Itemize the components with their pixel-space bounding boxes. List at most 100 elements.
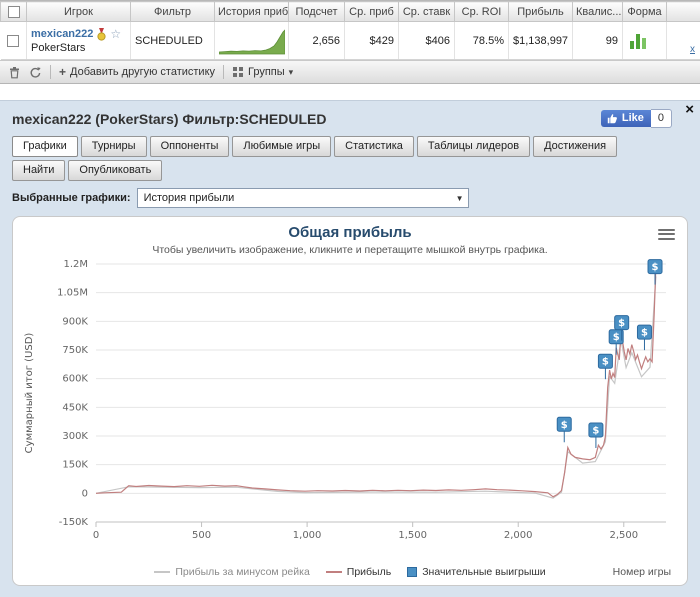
chart-plot-area[interactable]: 1.2M1.05M900K750K600K450K300K150K0-150K0… — [18, 256, 682, 548]
tab-find[interactable]: Найти — [12, 160, 65, 181]
svg-text:$: $ — [602, 357, 609, 368]
trash-button[interactable] — [8, 66, 21, 79]
x-axis-title: Номер игры — [613, 566, 671, 578]
svg-text:300K: 300K — [62, 431, 88, 442]
avg-profit-cell: $429 — [345, 22, 399, 60]
table-header-row: Игрок Фильтр История приб... Подсчет Ср.… — [1, 2, 700, 22]
star-icon[interactable]: ☆ — [110, 29, 121, 39]
facebook-like[interactable]: Like 0 — [601, 109, 672, 128]
chart-menu-icon[interactable] — [658, 226, 675, 242]
svg-text:$: $ — [613, 332, 620, 343]
remove-row-link[interactable]: х — [690, 44, 695, 55]
refresh-icon — [29, 66, 42, 79]
form-bars-icon — [627, 31, 649, 51]
graph-select[interactable]: История прибыли ▼ — [137, 188, 469, 208]
col-header-filter[interactable]: Фильтр — [131, 2, 215, 22]
svg-text:900K: 900K — [62, 316, 88, 327]
form-cell — [623, 22, 667, 60]
col-header-profit[interactable]: Прибыль — [509, 2, 573, 22]
svg-text:Суммарный итог (USD): Суммарный итог (USD) — [24, 333, 35, 454]
site-name: PokerStars — [31, 42, 126, 54]
svg-text:2,000: 2,000 — [504, 530, 533, 541]
svg-text:$: $ — [641, 328, 648, 339]
legend-swatch-profit — [326, 571, 342, 573]
tab-leaderboards[interactable]: Таблицы лидеров — [417, 136, 530, 157]
profit-history-sparkline — [215, 22, 289, 60]
tab-statistics[interactable]: Статистика — [334, 136, 414, 157]
col-header-spacer — [667, 2, 700, 22]
tab-bar: Графики Турниры Оппоненты Любимые игры С… — [12, 136, 652, 181]
svg-text:$: $ — [652, 262, 659, 273]
close-icon[interactable]: × — [685, 103, 694, 117]
legend-item-big-wins[interactable]: Значительные выигрыши — [407, 566, 545, 578]
spacer-cell: х — [667, 22, 700, 60]
thumb-up-icon — [607, 113, 618, 124]
chart-subtitle: Чтобы увеличить изображение, кликните и … — [13, 244, 687, 256]
svg-text:450K: 450K — [62, 402, 88, 413]
tab-publish[interactable]: Опубликовать — [68, 160, 162, 181]
groups-label: Группы — [248, 66, 285, 78]
add-statistic-button[interactable]: + Добавить другую статистику — [59, 66, 215, 78]
legend-item-profit[interactable]: Прибыль — [326, 566, 391, 578]
add-statistic-label: Добавить другую статистику — [70, 66, 215, 78]
player-cell: mexican222 ☆ PokerStars — [27, 22, 131, 60]
groups-grid-icon — [232, 66, 244, 78]
svg-text:$: $ — [618, 318, 625, 329]
qualifies-cell: 99 — [573, 22, 623, 60]
filter-cell: SCHEDULED — [131, 22, 215, 60]
like-count: 0 — [651, 109, 672, 128]
count-cell: 2,656 — [289, 22, 345, 60]
table-row: mexican222 ☆ PokerStars SCHEDULED — [1, 22, 700, 60]
svg-text:1.05M: 1.05M — [57, 288, 88, 299]
tab-opponents[interactable]: Оппоненты — [150, 136, 230, 157]
svg-text:1.2M: 1.2M — [63, 259, 88, 270]
select-all-checkbox[interactable] — [8, 6, 20, 18]
svg-text:$: $ — [561, 420, 568, 431]
col-header-profit-history[interactable]: История приб... — [215, 2, 289, 22]
svg-text:600K: 600K — [62, 374, 88, 385]
toolbar-separator — [223, 65, 224, 79]
svg-text:$: $ — [592, 426, 599, 437]
tab-achievements[interactable]: Достижения — [533, 136, 617, 157]
avg-stake-cell: $406 — [399, 22, 455, 60]
tab-graphs[interactable]: Графики — [12, 136, 78, 157]
svg-text:2,500: 2,500 — [609, 530, 638, 541]
tab-tournaments[interactable]: Турниры — [81, 136, 147, 157]
avg-roi-cell: 78.5% — [455, 22, 509, 60]
sparkline-chart — [219, 27, 285, 55]
tab-favorite-games[interactable]: Любимые игры — [232, 136, 331, 157]
profit-chart: Общая прибыль Чтобы увеличить изображени… — [12, 216, 688, 586]
plus-icon: + — [59, 67, 66, 77]
selected-graphs-label: Выбранные графики: — [12, 192, 131, 204]
stats-table: Игрок Фильтр История приб... Подсчет Ср.… — [0, 0, 700, 84]
profit-cell: $1,138,997 — [509, 22, 573, 60]
legend-item-rake[interactable]: Прибыль за минусом рейка — [154, 566, 309, 578]
chart-legend: Прибыль за минусом рейка Прибыль Значите… — [13, 566, 687, 578]
chevron-down-icon: ▾ — [289, 67, 294, 78]
svg-text:500: 500 — [192, 530, 211, 541]
svg-text:1,500: 1,500 — [398, 530, 427, 541]
svg-text:150K: 150K — [62, 460, 88, 471]
col-header-avg-stake[interactable]: Ср. ставк — [399, 2, 455, 22]
like-label: Like — [622, 112, 644, 124]
svg-text:750K: 750K — [62, 345, 88, 356]
col-header-form[interactable]: Форма — [623, 2, 667, 22]
page-title: mexican222 (PokerStars) Фильтр:SCHEDULED — [12, 109, 326, 127]
player-link[interactable]: mexican222 — [31, 28, 93, 40]
refresh-button[interactable] — [29, 66, 42, 79]
graph-select-value: История прибыли — [138, 192, 452, 204]
col-header-qualifies[interactable]: Квалис... — [573, 2, 623, 22]
row-checkbox[interactable] — [7, 35, 19, 47]
svg-text:1,000: 1,000 — [293, 530, 322, 541]
table-toolbar: + Добавить другую статистику Группы ▾ — [0, 60, 700, 84]
toolbar-separator — [50, 65, 51, 79]
svg-text:-150K: -150K — [59, 517, 89, 528]
col-header-count[interactable]: Подсчет — [289, 2, 345, 22]
col-header-avg-roi[interactable]: Ср. ROI — [455, 2, 509, 22]
col-header-avg-profit[interactable]: Ср. приб — [345, 2, 399, 22]
groups-button[interactable]: Группы ▾ — [232, 66, 293, 78]
select-arrow-icon: ▼ — [452, 194, 468, 203]
col-header-player[interactable]: Игрок — [27, 2, 131, 22]
svg-text:0: 0 — [82, 488, 88, 499]
player-panel: × mexican222 (PokerStars) Фильтр:SCHEDUL… — [0, 100, 700, 597]
